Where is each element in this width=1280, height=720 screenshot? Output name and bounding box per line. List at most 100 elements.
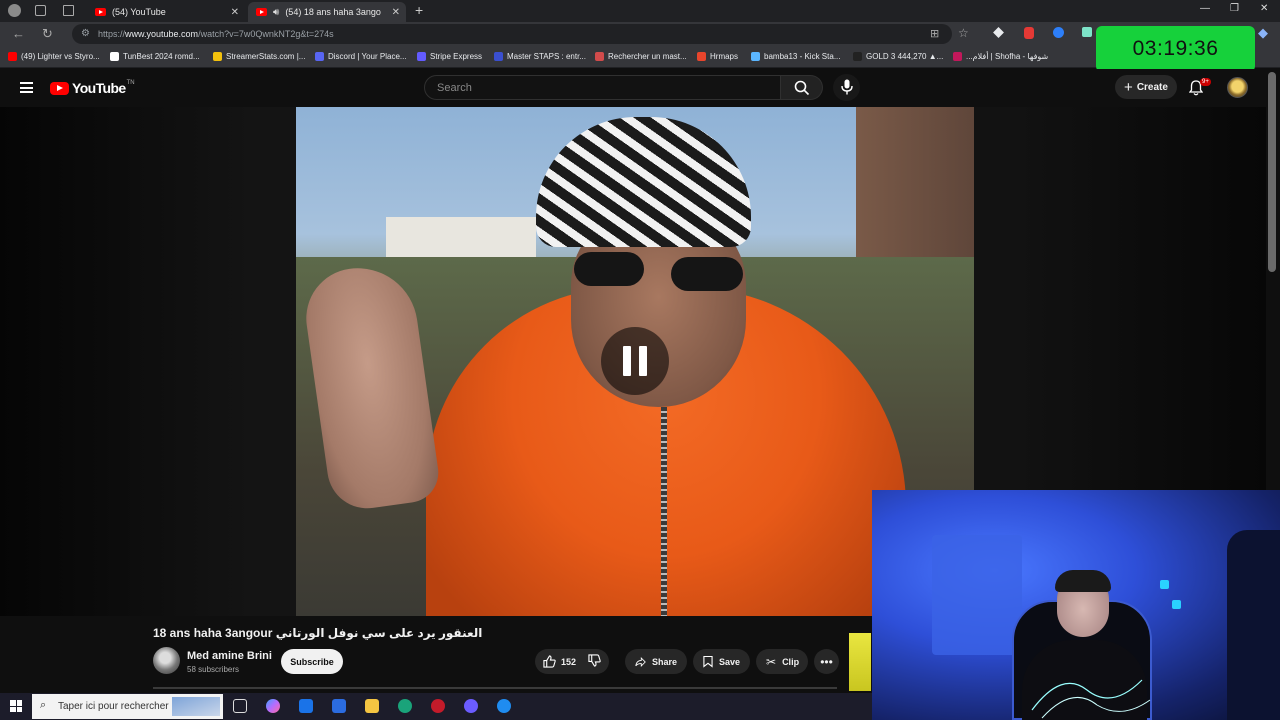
extension-icon[interactable]	[993, 27, 1004, 38]
tab-actions-icon[interactable]	[63, 5, 74, 16]
bookmark-item[interactable]: (49) Lighter vs Styro...	[8, 52, 100, 61]
audio-playing-icon[interactable]: 🔊︎	[273, 7, 279, 18]
voice-search-button[interactable]	[833, 74, 860, 101]
extension-icon[interactable]	[1082, 27, 1092, 37]
save-label: Save	[718, 656, 740, 667]
webcam-overlay	[872, 490, 1280, 720]
subscriber-count: 58 subscribers	[187, 665, 240, 674]
bookmark-item[interactable]: ...أفلام | Shofha - شوفها	[953, 52, 1048, 61]
windows-start-icon[interactable]	[10, 700, 22, 712]
create-label: Create	[1136, 81, 1168, 93]
reload-icon[interactable]: ↻	[42, 26, 53, 42]
pause-button[interactable]	[601, 327, 669, 395]
new-tab-icon[interactable]: +	[415, 2, 423, 18]
video-title: 18 ans haha 3angour العنقور يرد على سي ن…	[153, 626, 483, 640]
url-path: /watch?v=7w0QwnkNT2g&t=274s	[198, 29, 334, 39]
bookmark-label: GOLD 3 444,270 ▲...	[866, 52, 944, 61]
bookmark-item[interactable]: StreamerStats.com |...	[213, 52, 305, 61]
account-avatar[interactable]	[1227, 77, 1248, 98]
like-button[interactable]: 152	[543, 655, 576, 668]
bookmark-label: Rechercher un mast...	[608, 52, 687, 61]
tab-youtube-home[interactable]: (54) YouTube ✕	[87, 2, 245, 22]
webcam-light	[1160, 580, 1169, 589]
minimize-icon[interactable]: —	[1200, 3, 1210, 14]
channel-avatar[interactable]	[153, 647, 180, 674]
webcam-background-shelf	[932, 535, 1022, 655]
bookmark-star-icon[interactable]: ☆	[958, 26, 969, 40]
youtube-favicon-icon	[256, 8, 267, 16]
search-input[interactable]: Search	[424, 75, 781, 100]
bookmark-favicon-icon	[751, 52, 760, 61]
create-button[interactable]: + Create	[1115, 75, 1177, 99]
country-code: TN	[126, 80, 135, 86]
bookmark-favicon-icon	[697, 52, 706, 61]
file-explorer-icon[interactable]	[365, 699, 379, 713]
more-actions-button[interactable]: •••	[814, 649, 839, 674]
browser-icon[interactable]	[497, 699, 511, 713]
bookmark-label: (49) Lighter vs Styro...	[21, 52, 100, 61]
copilot-icon[interactable]: ◆	[1258, 25, 1268, 41]
obs-icon[interactable]	[431, 699, 445, 713]
hoodie-zipper	[661, 407, 667, 616]
store-icon[interactable]	[332, 699, 346, 713]
extension-icon[interactable]	[1024, 27, 1034, 39]
share-button[interactable]: Share	[625, 649, 687, 674]
site-info-icon[interactable]: ⚙︎	[81, 28, 90, 39]
outlook-icon[interactable]	[299, 699, 313, 713]
tab-close-icon[interactable]: ✕	[231, 7, 239, 18]
dislike-button[interactable]	[588, 654, 609, 669]
discord-icon[interactable]	[464, 699, 478, 713]
extension-icon[interactable]	[1053, 27, 1064, 38]
close-window-icon[interactable]: ✕	[1260, 3, 1268, 14]
bookmark-item[interactable]: Stripe Express	[417, 52, 482, 61]
save-button[interactable]: Save	[693, 649, 750, 674]
bookmark-item[interactable]: Discord | Your Place...	[315, 52, 407, 61]
page-scrollbar[interactable]	[1268, 72, 1276, 272]
copilot-taskbar-icon[interactable]	[266, 699, 280, 713]
bookmark-item[interactable]: Master STAPS : entr...	[494, 52, 586, 61]
like-dislike-group: 152	[535, 649, 609, 674]
menu-icon[interactable]	[20, 82, 33, 93]
bookmark-favicon-icon	[110, 52, 119, 61]
share-icon	[635, 656, 646, 667]
more-dots-icon: •••	[820, 654, 833, 669]
taskbar-search-input[interactable]: ⌕ Taper ici pour rechercher	[32, 694, 223, 719]
bookmark-item[interactable]: bamba13 - Kick Sta...	[751, 52, 840, 61]
bookmark-label: TunBest 2024 romd...	[123, 52, 200, 61]
search-button[interactable]	[781, 75, 823, 100]
tab-title: (54) 18 ans haha 3angour	[285, 7, 382, 17]
bookmark-item[interactable]: Rechercher un mast...	[595, 52, 687, 61]
channel-name[interactable]: Med amine Brini	[187, 650, 272, 662]
youtube-logo[interactable]: YouTube TN	[50, 80, 135, 96]
pause-bar-icon	[623, 346, 631, 376]
task-view-icon[interactable]	[233, 699, 247, 713]
search-icon: ⌕	[40, 699, 47, 711]
bookmark-label: Master STAPS : entr...	[507, 52, 586, 61]
url-input[interactable]: ⚙︎ https://www.youtube.com/watch?v=7w0Qw…	[72, 24, 952, 44]
pause-bar-icon	[639, 346, 647, 376]
related-video-thumbnail[interactable]	[849, 633, 871, 691]
bookmark-label: StreamerStats.com |...	[226, 52, 306, 61]
edge-icon[interactable]	[398, 699, 412, 713]
url-prefix: https://	[98, 29, 126, 39]
back-icon[interactable]: ←	[12, 26, 25, 41]
bookmark-item[interactable]: TunBest 2024 romd...	[110, 52, 200, 61]
profile-icon[interactable]	[8, 4, 21, 17]
bookmark-label: Stripe Express	[430, 52, 483, 61]
tab-close-icon[interactable]: ✕	[392, 7, 400, 18]
subscribe-button[interactable]: Subscribe	[281, 649, 343, 674]
tab-video[interactable]: 🔊︎ (54) 18 ans haha 3angour ✕	[248, 2, 406, 22]
clip-button[interactable]: ✂︎ Clip	[756, 649, 808, 674]
youtube-favicon-icon	[95, 8, 106, 16]
install-app-icon[interactable]: ⊞	[930, 27, 939, 40]
clip-label: Clip	[782, 656, 800, 667]
workspaces-icon[interactable]	[35, 5, 46, 16]
bookmark-favicon-icon	[494, 52, 503, 61]
thumbs-up-icon	[543, 655, 556, 668]
bookmark-item[interactable]: GOLD 3 444,270 ▲...	[853, 52, 943, 61]
bookmark-item[interactable]: Hrmaps	[697, 52, 738, 61]
webcam-led-cable-icon	[1031, 679, 1151, 719]
background-building	[386, 217, 536, 257]
share-label: Share	[651, 656, 677, 667]
restore-icon[interactable]: ❐	[1230, 3, 1239, 14]
